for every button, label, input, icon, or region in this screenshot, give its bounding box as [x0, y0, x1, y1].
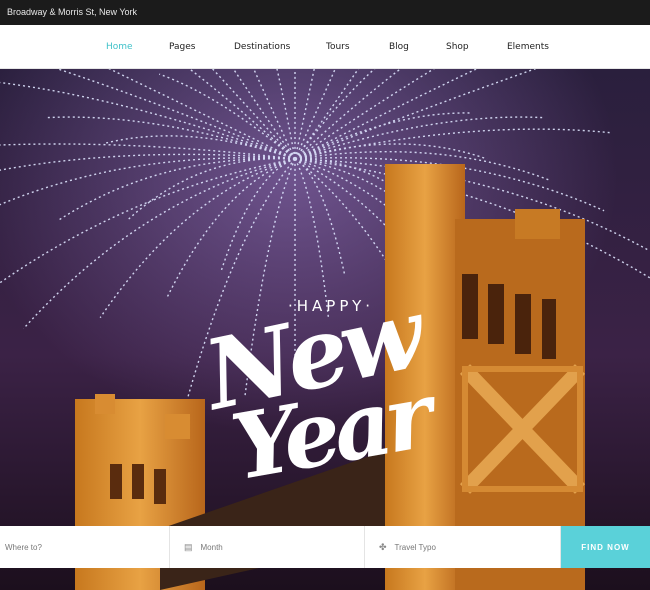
topbar-address: Broadway & Morris St, New York: [0, 0, 650, 25]
hero-banner: ·HAPPY· New Year: [0, 69, 650, 590]
search-bar: Where to? ▤ Month ✤ Travel Typo FIND NOW: [0, 526, 650, 568]
where-to-field[interactable]: Where to?: [0, 526, 170, 568]
pin-icon: ✤: [379, 541, 387, 552]
nav-item-destinations[interactable]: Destinations: [234, 25, 290, 69]
find-now-button[interactable]: FIND NOW: [561, 526, 650, 568]
nav-item-tours[interactable]: Tours: [326, 25, 350, 69]
nav-item-shop[interactable]: Shop: [446, 25, 469, 69]
nav-item-pages[interactable]: Pages: [169, 25, 195, 69]
travel-type-field[interactable]: ✤ Travel Typo: [365, 526, 561, 568]
nav-item-home[interactable]: Home: [106, 25, 133, 69]
nav-item-elements[interactable]: Elements: [507, 25, 549, 69]
main-nav: Home Pages Destinations Tours Blog Shop …: [0, 25, 650, 69]
calendar-icon: ▤: [184, 541, 193, 552]
month-field[interactable]: ▤ Month: [170, 526, 365, 568]
month-placeholder: Month: [200, 542, 223, 552]
nav-item-blog[interactable]: Blog: [389, 25, 409, 69]
where-to-placeholder: Where to?: [5, 542, 42, 552]
travel-type-placeholder: Travel Typo: [394, 542, 436, 552]
